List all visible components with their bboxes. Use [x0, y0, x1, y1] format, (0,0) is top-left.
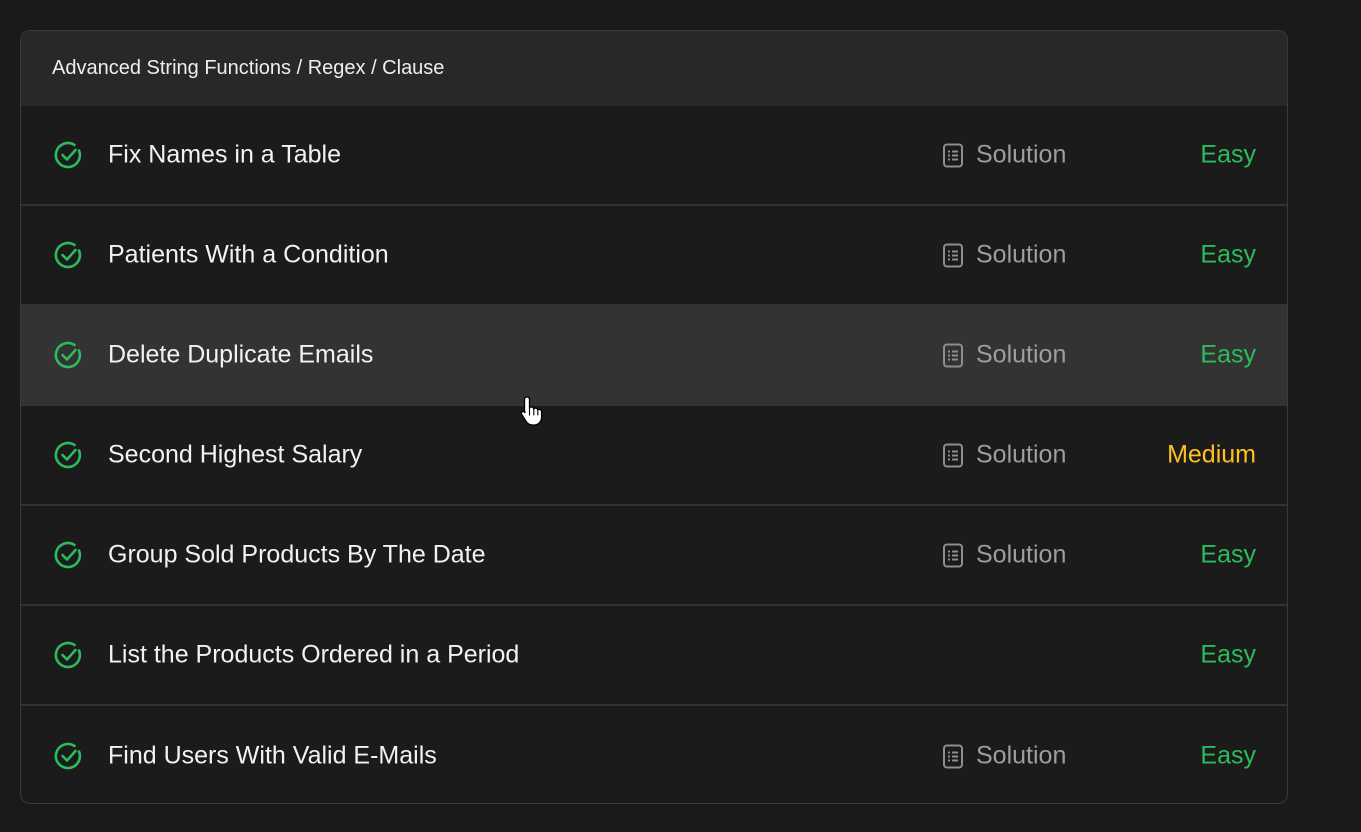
problem-row[interactable]: Patients With a Condition Solution Easy: [21, 206, 1287, 306]
problem-title[interactable]: Find Users With Valid E-Mails: [108, 742, 437, 771]
solution-label: Solution: [976, 440, 1067, 469]
solution-label: Solution: [976, 741, 1067, 770]
check-circle-icon: [52, 539, 84, 571]
check-circle-icon: [52, 139, 84, 171]
problem-row[interactable]: Fix Names in a Table Solution Easy: [21, 106, 1287, 206]
document-icon: [942, 542, 964, 568]
document-icon: [942, 743, 964, 769]
difficulty-badge: Easy: [1200, 240, 1256, 269]
problem-title[interactable]: Second Highest Salary: [108, 441, 362, 470]
check-circle-icon: [52, 639, 84, 671]
solution-link[interactable]: Solution: [942, 742, 1066, 771]
document-icon: [942, 142, 964, 168]
difficulty-badge: Easy: [1200, 540, 1256, 569]
problem-row[interactable]: Second Highest Salary Solution Medium: [21, 406, 1287, 506]
solution-link[interactable]: Solution: [942, 141, 1066, 170]
problem-list-card: Advanced String Functions / Regex / Clau…: [20, 30, 1288, 804]
solution-link[interactable]: Solution: [942, 541, 1066, 570]
problem-title[interactable]: Fix Names in a Table: [108, 141, 341, 170]
solution-label: Solution: [976, 340, 1067, 369]
problem-row[interactable]: Delete Duplicate Emails Solution Easy: [21, 306, 1287, 406]
problem-row[interactable]: Group Sold Products By The Date Solution…: [21, 506, 1287, 606]
difficulty-badge: Easy: [1200, 640, 1256, 669]
difficulty-badge: Easy: [1200, 140, 1256, 169]
check-circle-icon: [52, 740, 84, 772]
solution-label: Solution: [976, 140, 1067, 169]
check-circle-icon: [52, 339, 84, 371]
difficulty-badge: Medium: [1167, 440, 1256, 469]
document-icon: [942, 242, 964, 268]
check-circle-icon: [52, 239, 84, 271]
difficulty-badge: Easy: [1200, 340, 1256, 369]
document-icon: [942, 442, 964, 468]
solution-link[interactable]: Solution: [942, 441, 1066, 470]
problem-title[interactable]: Group Sold Products By The Date: [108, 541, 486, 570]
solution-label: Solution: [976, 240, 1067, 269]
difficulty-badge: Easy: [1200, 741, 1256, 770]
problem-title[interactable]: List the Products Ordered in a Period: [108, 641, 519, 670]
problem-row[interactable]: List the Products Ordered in a Period Ea…: [21, 606, 1287, 706]
document-icon: [942, 342, 964, 368]
section-header: Advanced String Functions / Regex / Clau…: [21, 31, 1287, 106]
solution-link[interactable]: Solution: [942, 341, 1066, 370]
problem-row[interactable]: Find Users With Valid E-Mails Solution E…: [21, 706, 1287, 803]
problem-title[interactable]: Delete Duplicate Emails: [108, 341, 373, 370]
solution-link[interactable]: Solution: [942, 241, 1066, 270]
check-circle-icon: [52, 439, 84, 471]
solution-label: Solution: [976, 540, 1067, 569]
problem-title[interactable]: Patients With a Condition: [108, 241, 389, 270]
section-title: Advanced String Functions / Regex / Clau…: [52, 57, 445, 79]
